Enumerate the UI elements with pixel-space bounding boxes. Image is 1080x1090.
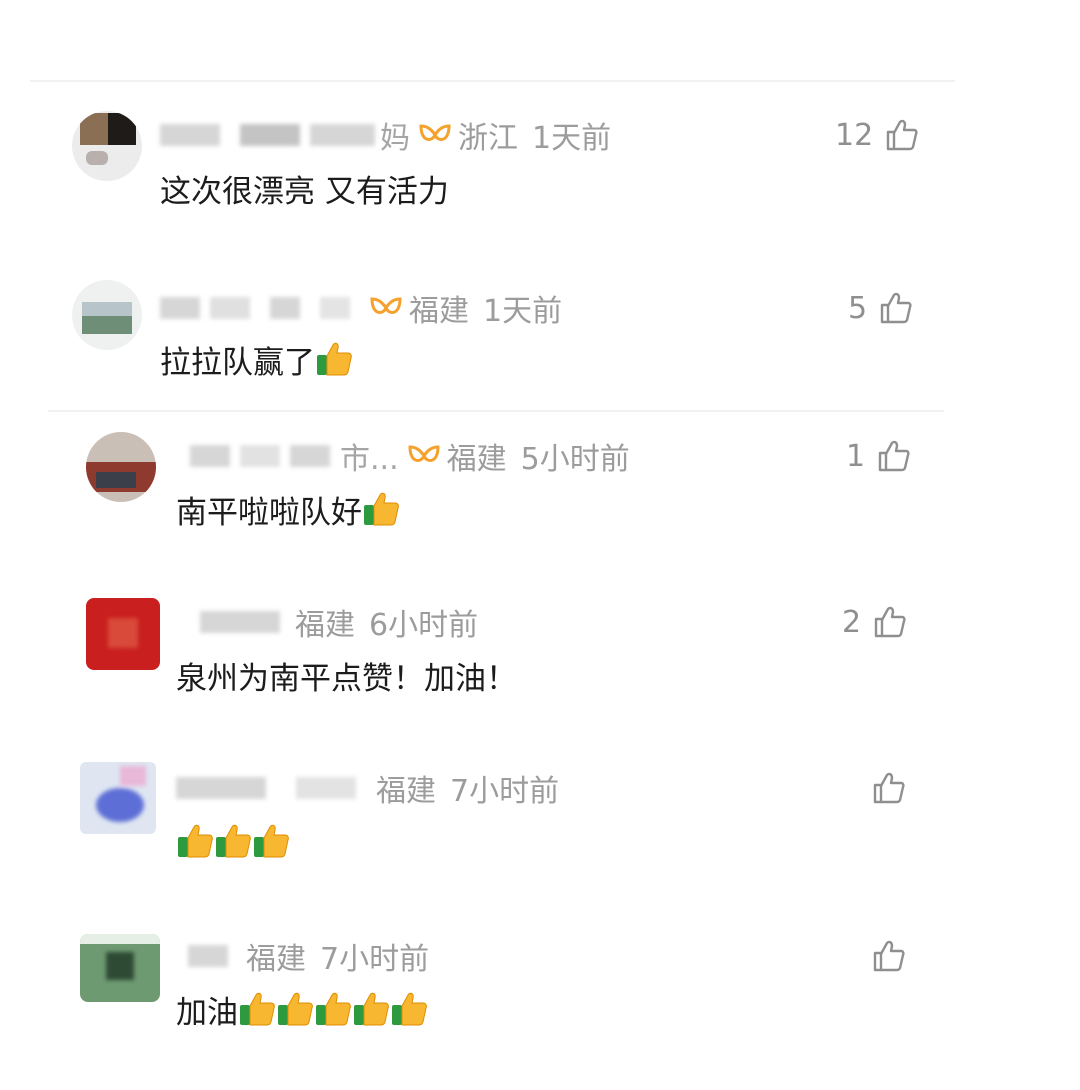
gold-badge-icon	[419, 124, 451, 141]
comment-meta: 福建 7小时前	[176, 768, 560, 809]
like-button[interactable]	[872, 768, 906, 808]
comment-text-content: 泉州为南平点赞！加油！	[176, 660, 517, 697]
location: 福建	[246, 942, 306, 977]
thumbs-up-emoji	[364, 492, 399, 526]
thumbs-up-emoji	[254, 824, 289, 858]
timestamp: 1天前	[532, 121, 612, 156]
thumbs-up-emoji	[317, 342, 352, 376]
avatar[interactable]	[86, 598, 160, 670]
username-tail[interactable]: 市...	[340, 434, 399, 478]
comment-text: 南平啦啦队好	[176, 486, 400, 532]
like-button[interactable]	[872, 936, 906, 976]
comment-item[interactable]: 妈 浙江 1天前 这次很漂亮 又有活力 12	[0, 105, 1080, 225]
thumbs-up-outline-icon	[886, 119, 918, 151]
like-count: 12	[835, 117, 874, 153]
username-blurred[interactable]	[176, 771, 376, 805]
thumbs-up-outline-icon	[880, 292, 912, 324]
comment-meta: 福建 1天前	[160, 288, 563, 329]
location: 浙江	[458, 121, 518, 156]
like-button[interactable]: 2	[842, 602, 907, 642]
section-divider	[48, 410, 944, 412]
comment-item[interactable]: 福建 7小时前 加油	[0, 930, 1080, 1050]
username-blurred[interactable]	[160, 291, 365, 325]
location: 福建	[295, 608, 355, 643]
thumbs-up-emoji	[178, 824, 213, 858]
comment-text: 拉拉队赢了	[160, 336, 353, 382]
username-tail[interactable]: 妈	[380, 113, 410, 157]
comment-meta: 福建 6小时前	[180, 602, 479, 643]
like-button[interactable]: 1	[846, 436, 911, 476]
avatar[interactable]	[72, 280, 142, 350]
thumbs-up-emoji	[240, 992, 275, 1026]
avatar[interactable]	[80, 934, 160, 1002]
comment-meta: 市... 福建 5小时前	[180, 434, 630, 478]
username-blurred[interactable]	[180, 605, 295, 639]
comment-text-content: 南平啦啦队好	[176, 494, 362, 531]
comment-item[interactable]: 福建 6小时前 泉州为南平点赞！加油！ 2	[0, 598, 1080, 718]
timestamp: 7小时前	[320, 942, 430, 977]
comment-text-content: 加油	[176, 994, 238, 1031]
avatar[interactable]	[72, 111, 142, 181]
thumbs-up-outline-icon	[873, 772, 905, 804]
thumbs-up-emoji	[392, 992, 427, 1026]
location: 福建	[446, 442, 507, 477]
thumbs-up-emoji	[316, 992, 351, 1026]
username-blurred[interactable]	[160, 118, 380, 152]
thumbs-up-outline-icon	[878, 440, 910, 472]
comment-meta: 福建 7小时前	[176, 936, 430, 977]
avatar[interactable]	[86, 432, 156, 502]
top-divider	[30, 80, 955, 82]
location: 福建	[409, 294, 469, 329]
avatar[interactable]	[80, 762, 156, 834]
like-button[interactable]: 5	[848, 288, 913, 328]
thumbs-up-emoji	[216, 824, 251, 858]
comment-text	[176, 818, 290, 864]
username-blurred[interactable]	[176, 939, 246, 973]
comment-meta: 妈 浙江 1天前	[160, 113, 612, 157]
timestamp: 6小时前	[369, 608, 479, 643]
thumbs-up-outline-icon	[874, 606, 906, 638]
timestamp: 5小时前	[520, 442, 630, 477]
thumbs-up-emoji	[354, 992, 389, 1026]
like-count: 5	[848, 290, 868, 326]
comment-text: 这次很漂亮 又有活力	[160, 165, 449, 211]
comment-item[interactable]: 福建 1天前 拉拉队赢了 5	[0, 280, 1080, 400]
gold-badge-icon	[370, 297, 402, 314]
comment-text-content: 拉拉队赢了	[160, 344, 315, 381]
like-count: 1	[846, 438, 866, 474]
comment-text: 加油	[176, 986, 428, 1032]
location: 福建	[376, 774, 436, 809]
timestamp: 1天前	[483, 294, 563, 329]
username-blurred[interactable]	[180, 439, 340, 473]
gold-badge-icon	[408, 445, 440, 462]
comment-text: 泉州为南平点赞！加油！	[176, 652, 517, 698]
comment-item[interactable]: 市... 福建 5小时前 南平啦啦队好 1	[0, 430, 1080, 550]
like-button[interactable]: 12	[835, 115, 919, 155]
timestamp: 7小时前	[450, 774, 560, 809]
comment-text-content: 这次很漂亮 又有活力	[160, 173, 449, 210]
thumbs-up-outline-icon	[873, 940, 905, 972]
comment-item[interactable]: 福建 7小时前	[0, 762, 1080, 882]
like-count: 2	[842, 604, 862, 640]
thumbs-up-emoji	[278, 992, 313, 1026]
